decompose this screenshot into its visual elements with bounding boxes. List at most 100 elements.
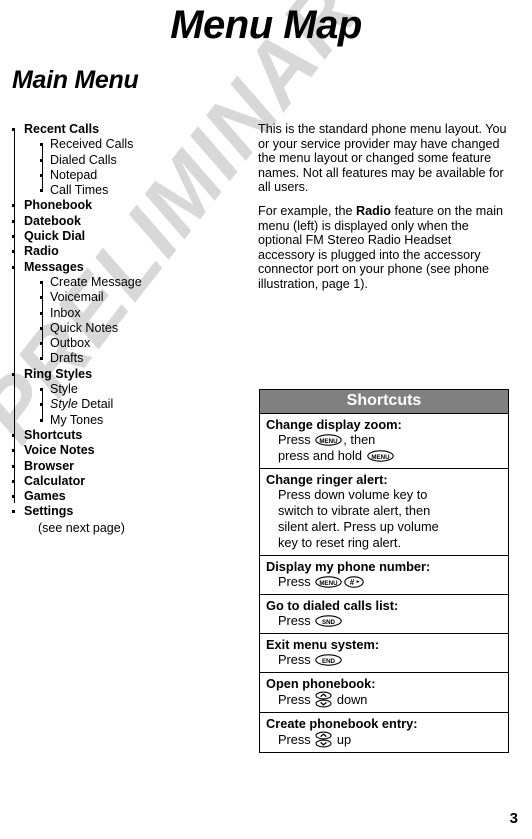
menu-item-calculator[interactable]: Calculator	[10, 474, 245, 489]
submenu-item-style[interactable]: Style	[40, 382, 245, 397]
shortcut-line-text: Press	[278, 574, 315, 589]
shortcut-line: Press down	[278, 691, 502, 708]
menu-item-label: Shortcuts	[24, 427, 83, 442]
body-paragraph-2: For example, the Radio feature on the ma…	[258, 204, 510, 292]
shortcut-line: Press down volume key to	[278, 487, 502, 503]
shortcut-line: Press END	[278, 652, 502, 668]
shortcut-title: Exit menu system:	[266, 637, 380, 652]
menu-item-label: Games	[24, 489, 66, 504]
submenu-item-label: Outbox	[50, 336, 91, 351]
submenu-item-notepad[interactable]: Notepad	[40, 167, 245, 183]
submenu-item-create-message[interactable]: Create Message	[40, 274, 245, 290]
shortcuts-table-header: Shortcuts	[260, 390, 508, 414]
tree-bullet-icon	[40, 357, 43, 361]
submenu-item-quick-notes[interactable]: Quick Notes	[40, 321, 245, 336]
shortcut-lines: Press MENU , then press and hold MENU	[266, 432, 502, 464]
submenu-item-inbox[interactable]: Inbox	[40, 305, 245, 321]
shortcut-line: press and hold MENU	[278, 448, 502, 464]
tree-bullet-icon	[40, 158, 43, 162]
shortcut-lines: Press MENU #	[266, 574, 502, 590]
submenu-item-my-tones[interactable]: My Tones	[40, 413, 245, 428]
submenu-item-label: Inbox	[50, 305, 81, 320]
menu-item-label: Quick Dial	[24, 229, 86, 244]
submenu-item-style-detail[interactable]: Style Detail	[40, 397, 245, 412]
submenu-item-label: Drafts	[50, 351, 84, 366]
shortcut-line-text: key to reset ring alert.	[278, 535, 402, 550]
menu-item-phonebook[interactable]: Phonebook	[10, 198, 245, 213]
svg-text:SND: SND	[322, 619, 336, 626]
submenu-item-dialed-calls[interactable]: Dialed Calls	[40, 152, 245, 168]
shortcut-line-text: Press	[278, 613, 315, 628]
shortcut-line-text: Press down volume key to	[278, 487, 428, 502]
menu-item-recent-calls[interactable]: Recent Calls Received Calls Dialed Calls No…	[10, 122, 245, 198]
tree-bullet-icon	[40, 173, 43, 177]
submenu-item-call-times[interactable]: Call Times	[40, 183, 245, 198]
menu-item-label: Settings	[24, 504, 74, 519]
body-paragraph-1: This is the standard phone menu layout. …	[258, 122, 507, 195]
submenu-item-label: Received Calls	[50, 137, 134, 152]
shortcut-row: Create phonebook entry: Press up	[260, 713, 508, 752]
tree-bullet-icon	[40, 189, 43, 193]
submenu-item-label: Style	[50, 382, 78, 397]
shortcut-line-suffix: up	[333, 732, 352, 747]
shortcut-line-text: press and hold	[278, 448, 366, 463]
menu-item-label: Calculator	[24, 473, 86, 488]
shortcut-line-text: switch to vibrate alert, then	[278, 503, 431, 518]
shortcut-lines: Press SND	[266, 613, 502, 629]
submenu-item-voicemail[interactable]: Voicemail	[40, 290, 245, 305]
tree-bullet-icon	[40, 342, 43, 346]
shortcut-title: Change display zoom:	[266, 417, 402, 432]
page-title: Menu Map	[170, 3, 362, 47]
submenu-list: Style Style Detail My Tones	[24, 382, 245, 428]
tree-bullet-icon	[12, 433, 15, 437]
shortcut-row: Open phonebook: Press down	[260, 673, 508, 713]
menu-item-radio[interactable]: Radio	[10, 244, 245, 259]
tree-bullet-icon	[12, 372, 15, 376]
menu-item-datebook[interactable]: Datebook	[10, 214, 245, 229]
submenu-item-label: Dialed Calls	[50, 152, 117, 167]
tree-bullet-icon	[12, 235, 15, 239]
shortcut-lines: Press END	[266, 652, 502, 668]
submenu-item-label: Call Times	[50, 183, 109, 198]
menu-item-shortcuts[interactable]: Shortcuts	[10, 428, 245, 443]
shortcut-title: Open phonebook:	[266, 676, 376, 691]
tree-bullet-icon	[40, 143, 43, 147]
tree-bullet-icon	[12, 250, 15, 254]
svg-text:MENU: MENU	[320, 580, 339, 587]
main-menu-tree: Recent Calls Received Calls Dialed Calls No…	[10, 122, 245, 536]
submenu-item-label: Voicemail	[50, 290, 104, 305]
menu-item-games[interactable]: Games	[10, 489, 245, 504]
submenu-list: Create Message Voicemail Inbox Quick Notes O…	[24, 275, 245, 367]
submenu-item-label: Notepad	[50, 167, 98, 182]
section-heading: Main Menu	[12, 66, 139, 94]
menu-item-label: Ring Styles	[24, 366, 93, 381]
shortcut-row: Go to dialed calls list: Press SND	[260, 595, 508, 634]
shortcut-lines: Press up	[266, 731, 502, 748]
menu-item-label: Recent Calls	[24, 122, 100, 136]
menu-item-label: Voice Notes	[24, 443, 95, 458]
shortcut-title: Create phonebook entry:	[266, 716, 418, 731]
shortcut-line-text: Press	[278, 432, 315, 447]
shortcut-lines: Press down volume key to switch to vibrat…	[266, 487, 502, 551]
shortcut-line-text: silent alert. Press up volume	[278, 519, 439, 534]
shortcut-row: Change ringer alert: Press down volume ke…	[260, 469, 508, 556]
submenu-item-drafts[interactable]: Drafts	[40, 351, 245, 366]
menu-item-voice-notes[interactable]: Voice Notes	[10, 443, 245, 458]
tree-bullet-icon	[12, 495, 15, 499]
menu-item-quick-dial[interactable]: Quick Dial	[10, 229, 245, 244]
svg-text:MENU: MENU	[320, 438, 339, 445]
submenu-item-label: Create Message	[50, 274, 142, 289]
nav-key-icon	[315, 691, 332, 708]
menu-item-ring-styles[interactable]: Ring Styles Style Style Detail My Tones	[10, 367, 245, 428]
page-number: 3	[509, 810, 518, 827]
menu-key-icon: MENU	[315, 434, 343, 446]
shortcut-title: Go to dialed calls list:	[266, 598, 399, 613]
end-key-icon: END	[315, 654, 343, 666]
shortcut-line-text: Press	[278, 732, 315, 747]
menu-item-messages[interactable]: Messages Create Message Voicemail Inbox Quic…	[10, 260, 245, 367]
tree-bullet-icon	[12, 464, 15, 468]
submenu-item-outbox[interactable]: Outbox	[40, 336, 245, 351]
menu-item-browser[interactable]: Browser	[10, 459, 245, 474]
submenu-item-received-calls[interactable]: Received Calls	[40, 137, 245, 152]
menu-item-settings[interactable]: Settings	[10, 504, 245, 519]
